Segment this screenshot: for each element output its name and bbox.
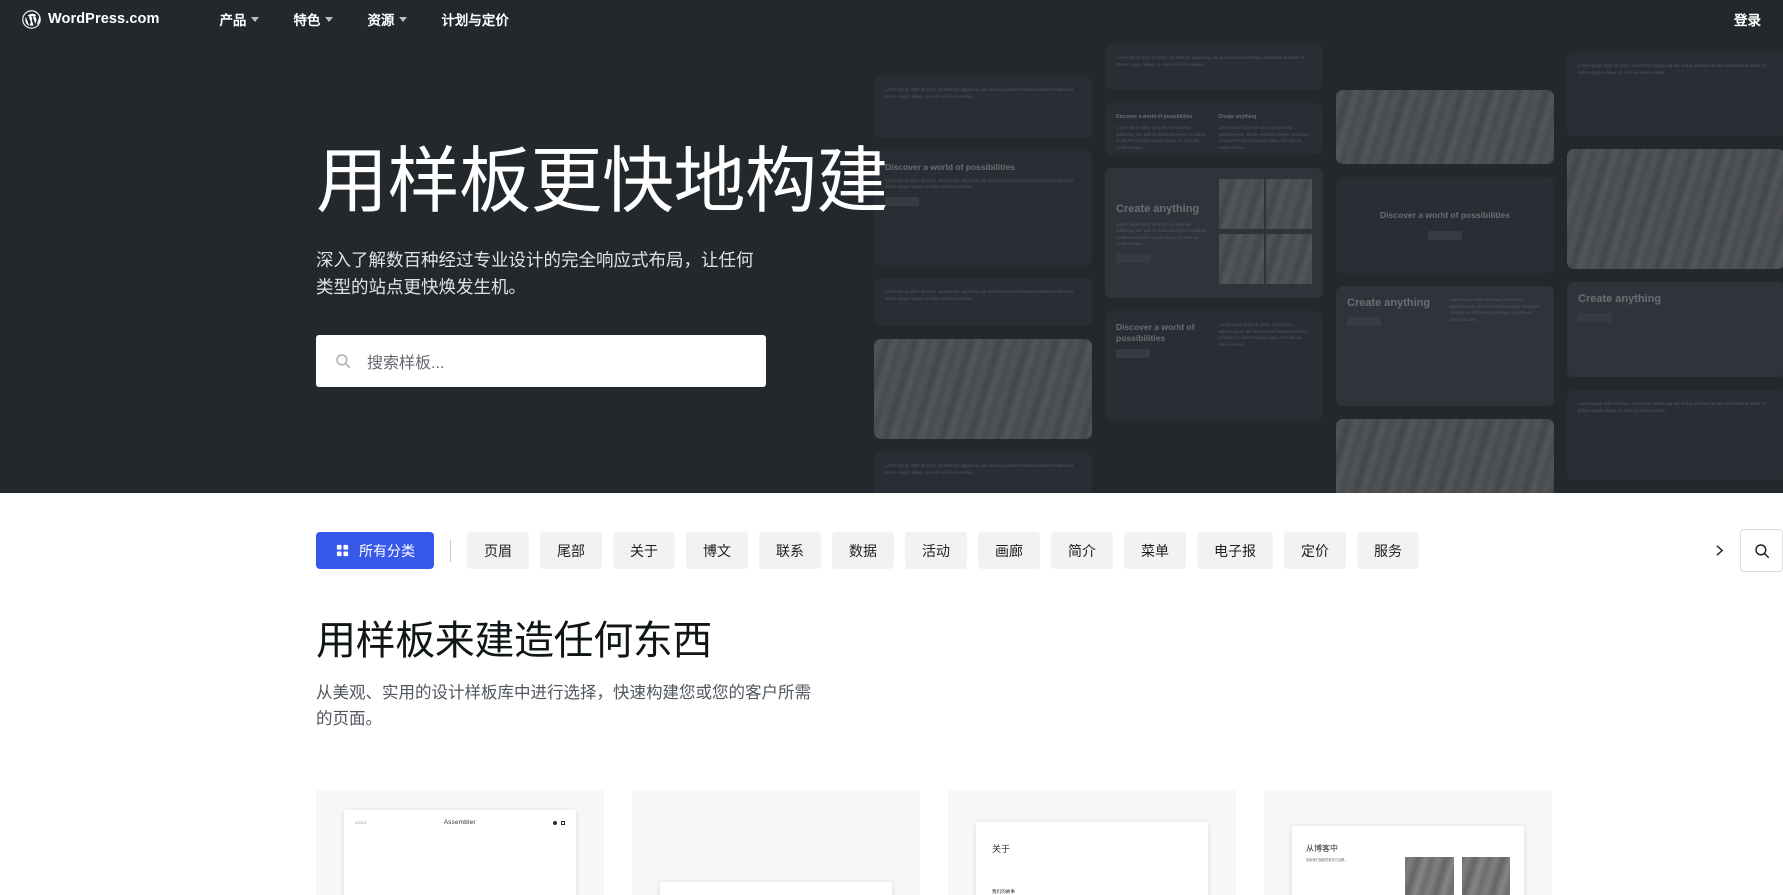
hero-content: 用样板更快地构建 深入了解数百种经过专业设计的完全响应式布局，让任何类型的站点更… (0, 38, 1783, 493)
login-button[interactable]: 登录 (1734, 13, 1761, 28)
texture-image (1461, 857, 1511, 895)
nav-item-features[interactable]: 特色 (293, 9, 334, 29)
nav-label: 特色 (293, 13, 321, 28)
hero-search-placeholder: 搜索样板... (367, 354, 445, 372)
chip-label: 简介 (1068, 542, 1096, 559)
primary-nav: 产品 特色 资源 计划与定价 (219, 9, 509, 29)
texture-image (1405, 857, 1454, 895)
chevron-down-icon (325, 16, 334, 22)
blog-title: 从博客中 (1306, 844, 1338, 854)
nav-label: 计划与定价 (441, 13, 509, 28)
chip-label: 页眉 (484, 542, 512, 559)
pattern-preview: 小时 周一 - 星期五 早上九点到下午十点 社交 Facebook Instag… (660, 882, 892, 895)
chip-data[interactable]: 数据 (832, 532, 894, 569)
hero-section: Lorem ipsum dolor sit amet, consectetur … (0, 38, 1783, 493)
chip-label: 尾部 (557, 542, 585, 559)
chip-label: 定价 (1301, 542, 1329, 559)
preview-header-bar: LOGO Assembler (344, 810, 576, 835)
chip-menu[interactable]: 菜单 (1124, 532, 1186, 569)
preview-brand: Assembler (443, 819, 476, 827)
category-chip-list: 所有分类 页眉 尾部 关于 博文 联系 数据 活动 画廊 简介 菜单 电子报 定… (316, 532, 1712, 569)
preview-footer: 小时 周一 - 星期五 早上九点到下午十点 社交 Facebook Instag… (660, 882, 892, 895)
nav-item-products[interactable]: 产品 (219, 9, 260, 29)
section-title: 用样板来建造任何东西 (316, 619, 712, 663)
chip-fade-overlay (1612, 532, 1712, 569)
masthead: WordPress.com 产品 特色 资源 计划与定价 登录 (0, 0, 1783, 38)
brand-logo[interactable]: WordPress.com (22, 9, 160, 29)
wordpress-logo-icon (22, 9, 41, 29)
pattern-card-blog[interactable]: 从博客中 探索我们最新的想法与见解。 Collaboration Magic U… (1264, 790, 1552, 895)
chip-all-categories[interactable]: 所有分类 (316, 532, 434, 569)
chip-services[interactable]: 服务 (1357, 532, 1419, 569)
chip-label: 电子报 (1214, 542, 1256, 559)
preview-blog: 从博客中 探索我们最新的想法与见解。 Collaboration Magic U… (1292, 826, 1524, 895)
chip-events[interactable]: 活动 (905, 532, 967, 569)
filter-search-button[interactable] (1740, 529, 1783, 572)
pattern-card-header[interactable]: LOGO Assembler (316, 790, 604, 895)
chips-next-button[interactable] (1706, 532, 1732, 569)
chip-label: 服务 (1374, 542, 1402, 559)
menu-icon (561, 820, 565, 825)
chip-footer[interactable]: 尾部 (540, 532, 602, 569)
grid-icon (336, 544, 349, 557)
pattern-card-footer[interactable]: 小时 周一 - 星期五 早上九点到下午十点 社交 Facebook Instag… (632, 790, 920, 895)
pattern-card-about[interactable]: 关于 我们的故事 我们的团队由一群充满激情的创作者组成，致力于打造精美的数字体验… (948, 790, 1236, 895)
chip-contact[interactable]: 联系 (759, 532, 821, 569)
chip-gallery[interactable]: 画廊 (978, 532, 1040, 569)
masthead-right: 登录 (1734, 9, 1761, 30)
about-story-title: 我们的故事 (992, 889, 1015, 895)
brand-name: WordPress.com (48, 11, 160, 27)
chip-label: 菜单 (1141, 542, 1169, 559)
nav-label: 产品 (219, 13, 247, 28)
pattern-preview: 从博客中 探索我们最新的想法与见解。 Collaboration Magic U… (1292, 826, 1524, 895)
chip-label: 活动 (922, 542, 950, 559)
nav-item-resources[interactable]: 资源 (367, 9, 408, 29)
section-subtitle: 从美观、实用的设计样板库中进行选择，快速构建您或您的客户所需的页面。 (316, 684, 811, 728)
preview-logo: LOGO (355, 820, 367, 825)
chip-label: 所有分类 (359, 542, 415, 559)
chevron-down-icon (399, 16, 408, 22)
chip-intro[interactable]: 简介 (1051, 532, 1113, 569)
blog-post: Collaboration Magic Uncategorized (1405, 857, 1454, 895)
blog-subtitle: 探索我们最新的想法与见解。 (1306, 858, 1348, 863)
chip-newsletter[interactable]: 电子报 (1197, 532, 1273, 569)
chip-label: 联系 (776, 542, 804, 559)
patterns-section-header: 用样板来建造任何东西 从美观、实用的设计样板库中进行选择，快速构建您或您的客户所… (0, 608, 1783, 733)
chip-label: 博文 (703, 542, 731, 559)
hero-title: 用样板更快地构建 (316, 142, 889, 223)
chip-pricing[interactable]: 定价 (1284, 532, 1346, 569)
hero-search-field[interactable]: 搜索样板... (316, 334, 766, 387)
chip-divider (450, 539, 451, 562)
chevron-right-icon (1716, 545, 1723, 556)
blog-intro: 从博客中 探索我们最新的想法与见解。 (1306, 843, 1393, 895)
cart-icon (553, 820, 557, 825)
chip-label: 关于 (630, 542, 658, 559)
chip-header[interactable]: 页眉 (467, 532, 529, 569)
chip-posts[interactable]: 博文 (686, 532, 748, 569)
pattern-preview: LOGO Assembler (344, 810, 576, 895)
preview-body (344, 835, 576, 895)
chip-label: 画廊 (995, 542, 1023, 559)
nav-item-plans-pricing[interactable]: 计划与定价 (441, 9, 509, 29)
pattern-preview: 关于 我们的故事 我们的团队由一群充满激情的创作者组成，致力于打造精美的数字体验… (976, 822, 1208, 895)
nav-label: 资源 (367, 13, 395, 28)
about-title: 关于 (992, 844, 1011, 855)
pattern-card-grid: LOGO Assembler 小时 周一 - 星期五 早上九点到下午十点 (0, 732, 1783, 895)
chevron-down-icon (251, 16, 260, 22)
blog-layout: 从博客中 探索我们最新的想法与见解。 Collaboration Magic U… (1306, 843, 1511, 895)
chip-label: 数据 (849, 542, 877, 559)
preview-about: 关于 我们的故事 我们的团队由一群充满激情的创作者组成，致力于打造精美的数字体验… (976, 822, 1208, 895)
category-filter-bar: 所有分类 页眉 尾部 关于 博文 联系 数据 活动 画廊 简介 菜单 电子报 定… (0, 493, 1783, 608)
search-icon (1754, 543, 1769, 558)
search-icon (336, 354, 351, 369)
hero-subtitle: 深入了解数百种经过专业设计的完全响应式布局，让任何类型的站点更快焕发生机。 (316, 249, 754, 297)
blog-post: Adaptive Advantage Uncategorized (1461, 857, 1511, 895)
chip-about[interactable]: 关于 (613, 532, 675, 569)
preview-header-icons (553, 820, 565, 825)
blog-post-grid: Collaboration Magic Uncategorized Adapti… (1405, 857, 1511, 895)
